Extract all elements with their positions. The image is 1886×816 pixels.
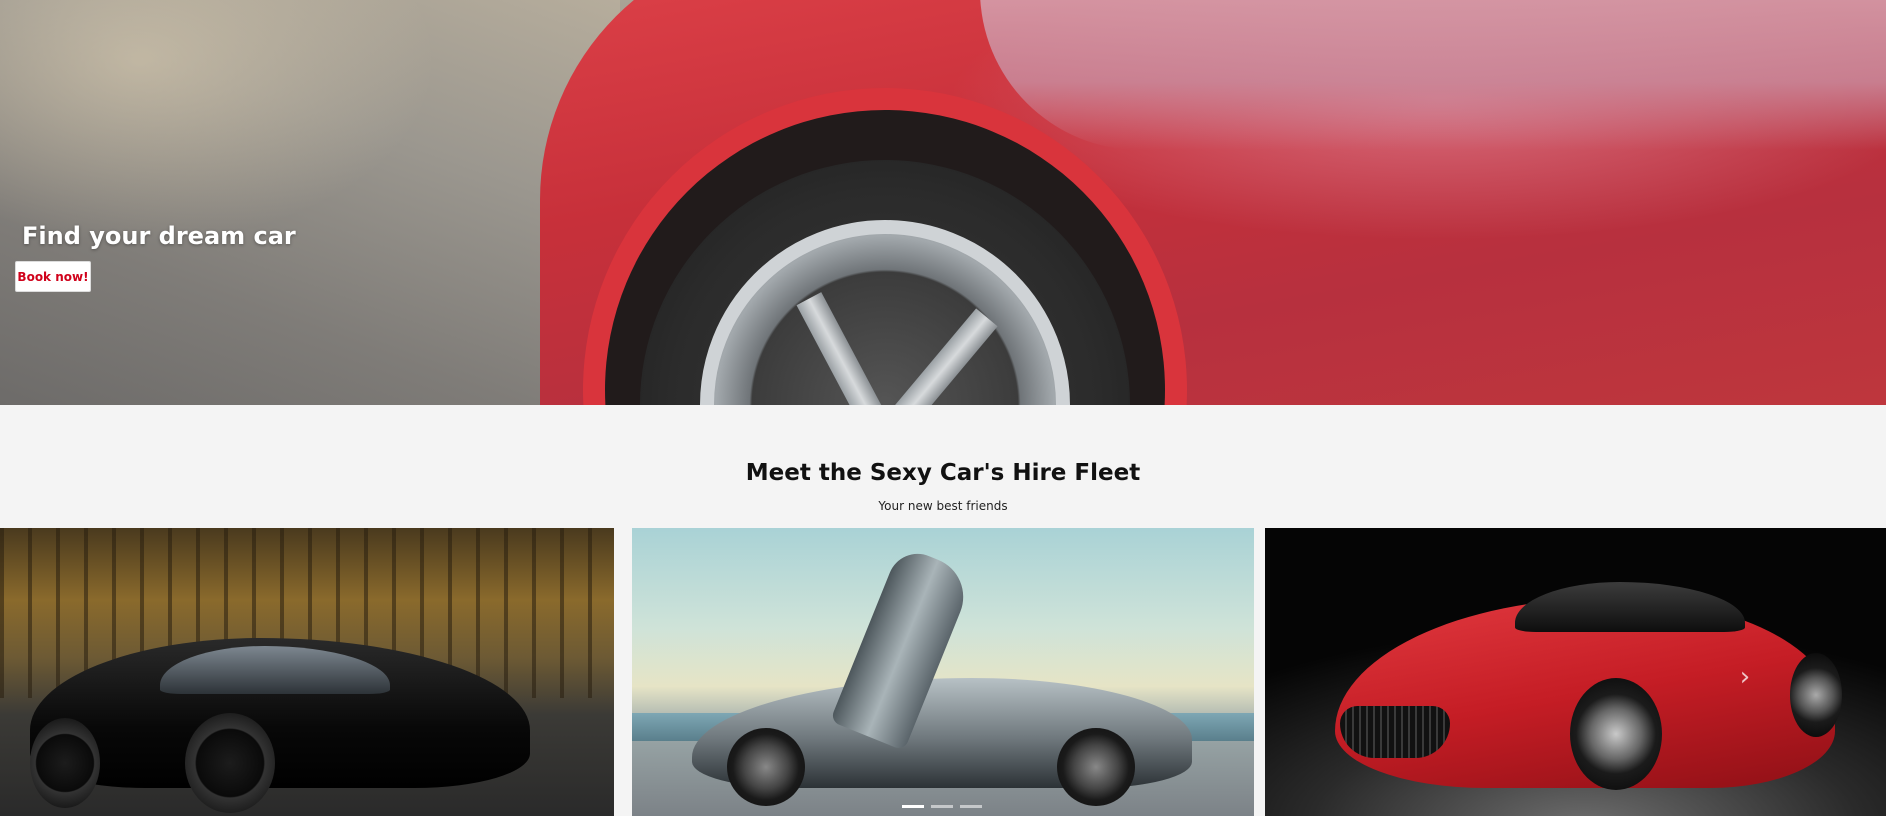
- fleet-subtitle: Your new best friends: [878, 499, 1008, 513]
- hero-banner: Find your dream car Book now!: [0, 0, 1886, 405]
- hero-title: Find your dream car: [22, 222, 296, 250]
- car-wheel: [1057, 728, 1135, 806]
- chevron-right-icon[interactable]: ›: [1733, 662, 1757, 692]
- car-wheel: [185, 713, 275, 813]
- red-car-windshield: [1515, 582, 1745, 632]
- hero-car-reflection: [980, 0, 1886, 150]
- red-car-grille: [1340, 706, 1450, 758]
- fleet-heading: Meet the Sexy Car's Hire Fleet: [745, 460, 1141, 486]
- carousel-dot[interactable]: [960, 805, 982, 808]
- fleet-car-image-red-coupe[interactable]: [1265, 528, 1886, 816]
- fleet-car-image-black-supercar[interactable]: [0, 528, 614, 816]
- carousel-dot[interactable]: [902, 805, 924, 808]
- car-wheel: [727, 728, 805, 806]
- car-wheel: [1570, 678, 1662, 790]
- car-wheel: [30, 718, 100, 808]
- car-wheel: [1790, 653, 1842, 737]
- carousel-dot[interactable]: [931, 805, 953, 808]
- book-now-button[interactable]: Book now!: [15, 261, 91, 292]
- fleet-car-image-silver-concept[interactable]: [632, 528, 1254, 816]
- hero-background-road: [0, 0, 620, 405]
- carousel-indicators: [902, 805, 982, 808]
